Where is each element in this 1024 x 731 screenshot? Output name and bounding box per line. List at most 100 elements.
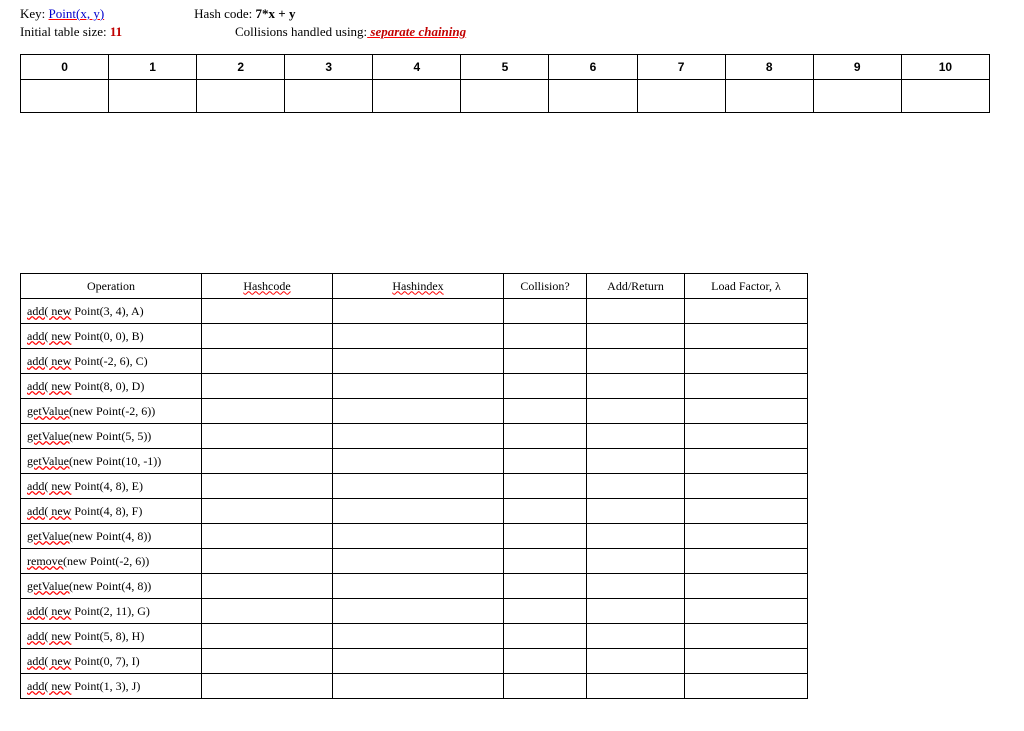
empty-cell xyxy=(587,324,685,349)
hash-value-cell xyxy=(813,80,901,113)
empty-cell xyxy=(587,674,685,699)
empty-cell xyxy=(202,374,333,399)
empty-cell xyxy=(202,299,333,324)
operation-cell: add( new Point(0, 7), I) xyxy=(21,649,202,674)
empty-cell xyxy=(685,499,808,524)
hash-index-cell: 8 xyxy=(725,55,813,80)
empty-cell xyxy=(504,474,587,499)
empty-cell xyxy=(685,574,808,599)
empty-cell xyxy=(333,574,504,599)
empty-cell xyxy=(333,299,504,324)
empty-cell xyxy=(587,549,685,574)
empty-cell xyxy=(202,574,333,599)
empty-cell xyxy=(504,624,587,649)
empty-cell xyxy=(504,649,587,674)
empty-cell xyxy=(685,524,808,549)
empty-cell xyxy=(685,649,808,674)
table-row: add( new Point(5, 8), H) xyxy=(21,624,808,649)
empty-cell xyxy=(504,449,587,474)
table-row: add( new Point(8, 0), D) xyxy=(21,374,808,399)
empty-cell xyxy=(333,499,504,524)
empty-cell xyxy=(504,499,587,524)
operation-cell: getValue(new Point(5, 5)) xyxy=(21,424,202,449)
key-field: Key: Point(x, y) xyxy=(20,6,104,22)
table-row: add( new Point(4, 8), F) xyxy=(21,499,808,524)
operation-cell: add( new Point(3, 4), A) xyxy=(21,299,202,324)
empty-cell xyxy=(202,424,333,449)
empty-cell xyxy=(504,574,587,599)
table-row: add( new Point(1, 3), J) xyxy=(21,674,808,699)
empty-cell xyxy=(202,449,333,474)
header-line-1: Key: Point(x, y) Hash code: 7*x + y xyxy=(20,6,1004,22)
empty-cell xyxy=(587,424,685,449)
empty-cell xyxy=(202,674,333,699)
table-row: remove(new Point(-2, 6)) xyxy=(21,549,808,574)
empty-cell xyxy=(685,349,808,374)
hash-index-cell: 0 xyxy=(21,55,109,80)
key-value: Point(x, y) xyxy=(49,6,105,21)
operation-cell: add( new Point(5, 8), H) xyxy=(21,624,202,649)
empty-cell xyxy=(333,599,504,624)
hash-index-cell: 3 xyxy=(285,55,373,80)
empty-cell xyxy=(202,549,333,574)
empty-cell xyxy=(333,674,504,699)
hashcode-field: Hash code: 7*x + y xyxy=(194,6,295,22)
empty-cell xyxy=(504,374,587,399)
table-row: add( new Point(-2, 6), C) xyxy=(21,349,808,374)
col-operation: Operation xyxy=(21,274,202,299)
hash-value-cell xyxy=(725,80,813,113)
table-row: getValue(new Point(4, 8)) xyxy=(21,524,808,549)
operation-cell: remove(new Point(-2, 6)) xyxy=(21,549,202,574)
empty-cell xyxy=(202,324,333,349)
operation-cell: add( new Point(8, 0), D) xyxy=(21,374,202,399)
empty-cell xyxy=(685,674,808,699)
hash-index-cell: 5 xyxy=(461,55,549,80)
empty-cell xyxy=(685,599,808,624)
empty-cell xyxy=(333,374,504,399)
empty-cell xyxy=(333,349,504,374)
table-size-label: Initial table size: xyxy=(20,24,110,39)
empty-cell xyxy=(587,524,685,549)
hash-index-cell: 4 xyxy=(373,55,461,80)
operation-cell: add( new Point(2, 11), G) xyxy=(21,599,202,624)
empty-cell xyxy=(504,674,587,699)
empty-cell xyxy=(685,549,808,574)
empty-cell xyxy=(333,324,504,349)
hashcode-label: Hash code: xyxy=(194,6,255,21)
collision-label: Collisions handled using: xyxy=(235,24,367,39)
empty-cell xyxy=(504,424,587,449)
empty-cell xyxy=(333,624,504,649)
hash-value-cell xyxy=(285,80,373,113)
empty-cell xyxy=(587,399,685,424)
hashcode-value: 7*x + y xyxy=(256,6,296,21)
operation-cell: add( new Point(4, 8), F) xyxy=(21,499,202,524)
hash-value-cell xyxy=(373,80,461,113)
empty-cell xyxy=(202,524,333,549)
hash-index-cell: 9 xyxy=(813,55,901,80)
operation-cell: add( new Point(4, 8), E) xyxy=(21,474,202,499)
empty-cell xyxy=(587,299,685,324)
empty-cell xyxy=(333,399,504,424)
collision-field: Collisions handled using: separate chain… xyxy=(235,24,466,40)
hash-index-cell: 6 xyxy=(549,55,637,80)
hash-value-cell xyxy=(549,80,637,113)
table-row: add( new Point(0, 0), B) xyxy=(21,324,808,349)
empty-cell xyxy=(202,649,333,674)
empty-cell xyxy=(685,449,808,474)
empty-cell xyxy=(587,474,685,499)
operation-cell: getValue(new Point(-2, 6)) xyxy=(21,399,202,424)
empty-cell xyxy=(685,424,808,449)
empty-cell xyxy=(587,649,685,674)
empty-cell xyxy=(504,299,587,324)
operations-table: Operation Hashcode Hashindex Collision? … xyxy=(20,273,808,699)
table-row: getValue(new Point(5, 5)) xyxy=(21,424,808,449)
operation-cell: add( new Point(-2, 6), C) xyxy=(21,349,202,374)
hash-table: 012345678910 xyxy=(20,54,990,113)
table-row: getValue(new Point(4, 8)) xyxy=(21,574,808,599)
key-label: Key: xyxy=(20,6,49,21)
operation-cell: getValue(new Point(10, -1)) xyxy=(21,449,202,474)
operation-cell: getValue(new Point(4, 8)) xyxy=(21,524,202,549)
table-row: getValue(new Point(10, -1)) xyxy=(21,449,808,474)
empty-cell xyxy=(333,449,504,474)
operation-cell: add( new Point(1, 3), J) xyxy=(21,674,202,699)
